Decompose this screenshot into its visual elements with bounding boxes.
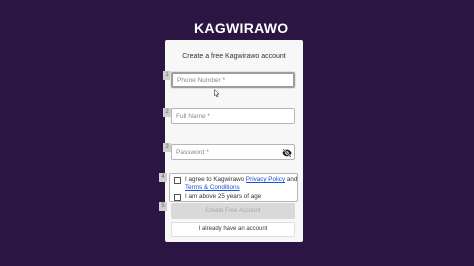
password-input[interactable]	[171, 144, 295, 160]
terms-conjunction-text: and	[285, 176, 298, 183]
age-consent-label: I am above 25 years of age	[185, 193, 262, 200]
step-marker-4: 4	[159, 173, 167, 182]
terms-consent-label: I agree to Kagwirawo Privacy Policy and …	[185, 176, 298, 192]
step-marker-2: 2	[163, 108, 171, 117]
terms-prefix-text: I agree to Kagwirawo	[185, 176, 246, 183]
signup-card: Create a free Kagwirawo account 1 2 3 4 …	[159, 40, 303, 242]
mouse-cursor-icon	[214, 89, 220, 98]
step-marker-1: 1	[163, 71, 171, 80]
step-marker-3: 3	[163, 143, 171, 152]
brand-name: KAGWIRAWO	[194, 20, 289, 36]
age-checkbox[interactable]	[174, 194, 181, 201]
terms-conditions-link[interactable]: Terms & Conditions	[185, 184, 240, 191]
step-marker-5: 5	[159, 202, 167, 211]
consent-box: I agree to Kagwirawo Privacy Policy and …	[169, 173, 298, 202]
password-visibility-toggle[interactable]	[282, 148, 292, 158]
eye-slash-icon	[282, 148, 292, 158]
privacy-policy-link[interactable]: Privacy Policy	[246, 176, 285, 183]
create-account-button[interactable]: Create Free Account	[171, 203, 295, 219]
existing-account-button[interactable]: I already have an account	[171, 222, 295, 237]
form-title: Create a free Kagwirawo account	[182, 53, 286, 60]
terms-checkbox[interactable]	[174, 177, 181, 184]
full-name-input[interactable]	[171, 108, 295, 124]
phone-number-input[interactable]	[171, 72, 295, 88]
brand-header: KAGWIRAWO	[190, 19, 288, 37]
age-consent-row: I am above 25 years of age	[174, 193, 297, 201]
terms-consent-row: I agree to Kagwirawo Privacy Policy and …	[174, 176, 298, 192]
